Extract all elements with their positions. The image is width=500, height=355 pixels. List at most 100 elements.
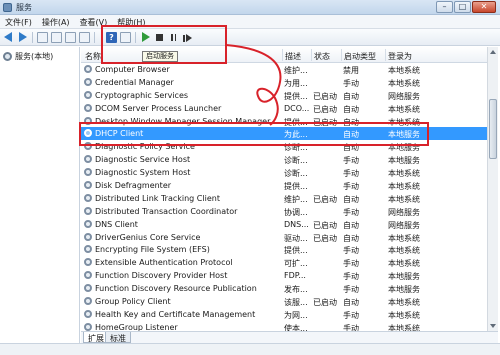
service-description: 诊断... xyxy=(284,169,308,179)
service-row[interactable]: Group Policy Client 该服... 已启动 自动 本地系统 xyxy=(81,295,487,308)
service-row[interactable]: Extensible Authentication Protocol 可扩... 手… xyxy=(81,256,487,269)
column-divider[interactable] xyxy=(311,49,312,61)
service-gear-icon xyxy=(84,168,92,177)
service-description: 使本... xyxy=(284,323,308,331)
service-startup-type: 自动 xyxy=(343,143,359,153)
column-divider[interactable] xyxy=(341,49,342,61)
scrollbar-thumb[interactable] xyxy=(489,99,497,159)
column-header-status[interactable]: 状态 xyxy=(314,51,330,62)
service-gear-icon xyxy=(84,271,92,280)
service-status: 已启动 xyxy=(313,194,337,204)
menu-bar: 文件(F) 操作(A) 查看(V) 帮助(H) xyxy=(0,15,500,29)
service-description: 提供... xyxy=(284,246,308,256)
forward-button[interactable] xyxy=(17,32,28,43)
service-description: 诊断... xyxy=(284,143,308,153)
up-level-button[interactable] xyxy=(37,32,48,43)
service-row[interactable]: DCOM Server Process Launcher DCO... 已启动 自动 本… xyxy=(81,102,487,115)
stop-service-button[interactable] xyxy=(154,32,165,43)
minimize-button[interactable]: – xyxy=(436,1,453,13)
menu-file[interactable]: 文件(F) xyxy=(0,15,37,28)
status-bar xyxy=(0,343,500,355)
service-description: 协调... xyxy=(284,207,308,217)
export-list-button[interactable] xyxy=(79,32,90,43)
column-header-startup-type[interactable]: 启动类型 xyxy=(344,51,376,62)
service-name: Health Key and Certificate Management xyxy=(95,309,256,319)
service-row[interactable]: Distributed Link Tracking Client 维护... 已启动… xyxy=(81,192,487,205)
back-button[interactable] xyxy=(4,32,15,43)
vertical-scrollbar[interactable] xyxy=(487,47,498,331)
service-row[interactable]: Diagnostic System Host 诊断... 手动 本地系统 xyxy=(81,166,487,179)
service-startup-type: 手动 xyxy=(343,156,359,166)
scroll-down-arrow-icon[interactable] xyxy=(490,324,496,328)
service-log-on-as: 本地系统 xyxy=(388,182,420,192)
service-log-on-as: 本地服务 xyxy=(388,130,420,140)
start-service-button[interactable] xyxy=(140,32,151,43)
tab-standard[interactable]: 标准 xyxy=(105,332,131,343)
service-row[interactable]: Function Discovery Provider Host FDP... 手动… xyxy=(81,269,487,282)
scroll-up-arrow-icon[interactable] xyxy=(490,50,496,54)
service-row[interactable]: HomeGroup Listener 使本... 手动 本地系统 xyxy=(81,321,487,331)
service-name: Computer Browser xyxy=(95,65,170,74)
service-row[interactable]: Diagnostic Policy Service 诊断... 自动 本地服务 xyxy=(81,140,487,153)
column-header-log-on-as[interactable]: 登录为 xyxy=(388,51,412,62)
service-startup-type: 手动 xyxy=(343,182,359,192)
show-hide-console-tree-button[interactable] xyxy=(51,32,62,43)
service-row[interactable]: Health Key and Certificate Management 为网.… xyxy=(81,308,487,321)
service-log-on-as: 网络服务 xyxy=(388,207,420,217)
service-name: DriverGenius Core Service xyxy=(95,232,201,242)
back-arrow-icon xyxy=(4,32,12,42)
service-gear-icon xyxy=(84,77,92,86)
service-gear-icon xyxy=(84,219,92,228)
service-startup-type: 自动 xyxy=(343,91,359,101)
service-status: 已启动 xyxy=(313,233,337,243)
service-row[interactable]: Cryptographic Services 提供... 已启动 自动 网络服务 xyxy=(81,89,487,102)
service-row[interactable]: Computer Browser 维护... 禁用 本地系统 xyxy=(81,63,487,76)
service-gear-icon xyxy=(84,297,92,306)
service-gear-icon xyxy=(84,245,92,254)
service-log-on-as: 本地系统 xyxy=(388,104,420,114)
service-description: 诊断... xyxy=(284,156,308,166)
service-description: 可扩... xyxy=(284,259,308,269)
menu-help[interactable]: 帮助(H) xyxy=(112,15,150,28)
service-status: 已启动 xyxy=(313,117,337,127)
service-gear-icon xyxy=(84,309,92,318)
service-startup-type: 自动 xyxy=(343,130,359,140)
maximize-button[interactable]: □ xyxy=(454,1,471,13)
properties-button[interactable] xyxy=(120,32,131,43)
menu-action[interactable]: 操作(A) xyxy=(37,15,75,28)
menu-view[interactable]: 查看(V) xyxy=(75,15,113,28)
service-row[interactable]: Disk Defragmenter 提供... 手动 本地系统 xyxy=(81,179,487,192)
service-name: Desktop Window Manager Session Manager xyxy=(95,116,271,126)
service-row[interactable]: Function Discovery Resource Publication 发… xyxy=(81,282,487,295)
service-name: Diagnostic Policy Service xyxy=(95,142,195,152)
column-header-description[interactable]: 描述 xyxy=(285,51,301,62)
pause-service-button[interactable] xyxy=(168,32,179,43)
service-startup-type: 自动 xyxy=(343,233,359,243)
restart-service-button[interactable] xyxy=(182,32,193,43)
service-row[interactable]: Diagnostic Service Host 诊断... 手动 本地服务 xyxy=(81,153,487,166)
service-description: 发布... xyxy=(284,285,308,295)
service-startup-type: 手动 xyxy=(343,285,359,295)
service-row[interactable]: Distributed Transaction Coordinator 协调...… xyxy=(81,205,487,218)
service-row[interactable]: DriverGenius Core Service 驱动... 已启动 自动 本地系统 xyxy=(81,231,487,244)
column-divider[interactable] xyxy=(282,49,283,61)
service-row-selected[interactable]: DHCP Client 为此... 自动 本地服务 xyxy=(81,127,487,141)
service-description: DNS... xyxy=(284,219,309,229)
service-log-on-as: 本地服务 xyxy=(388,143,420,153)
column-header-name[interactable]: 名称 xyxy=(85,51,101,62)
service-name: Diagnostic Service Host xyxy=(95,155,191,165)
tree-item-services-local[interactable]: 服务(本地) xyxy=(3,51,53,62)
toolbar-separator xyxy=(32,32,33,43)
close-button[interactable]: ✕ xyxy=(472,1,496,13)
column-divider[interactable] xyxy=(385,49,386,61)
service-row[interactable]: Encrypting File System (EFS) 提供... 手动 本地系统 xyxy=(81,243,487,256)
service-row[interactable]: Credential Manager 为用... 手动 本地系统 xyxy=(81,76,487,89)
service-row[interactable]: Desktop Window Manager Session Manager 提供… xyxy=(81,115,487,128)
service-name: Extensible Authentication Protocol xyxy=(95,258,233,268)
service-startup-type: 手动 xyxy=(343,207,359,217)
help-icon[interactable]: ? xyxy=(106,32,117,43)
service-name: Cryptographic Services xyxy=(95,90,189,100)
refresh-button[interactable] xyxy=(65,32,76,43)
service-row[interactable]: DNS Client DNS... 已启动 自动 网络服务 xyxy=(81,218,487,231)
services-app-icon xyxy=(3,3,12,12)
